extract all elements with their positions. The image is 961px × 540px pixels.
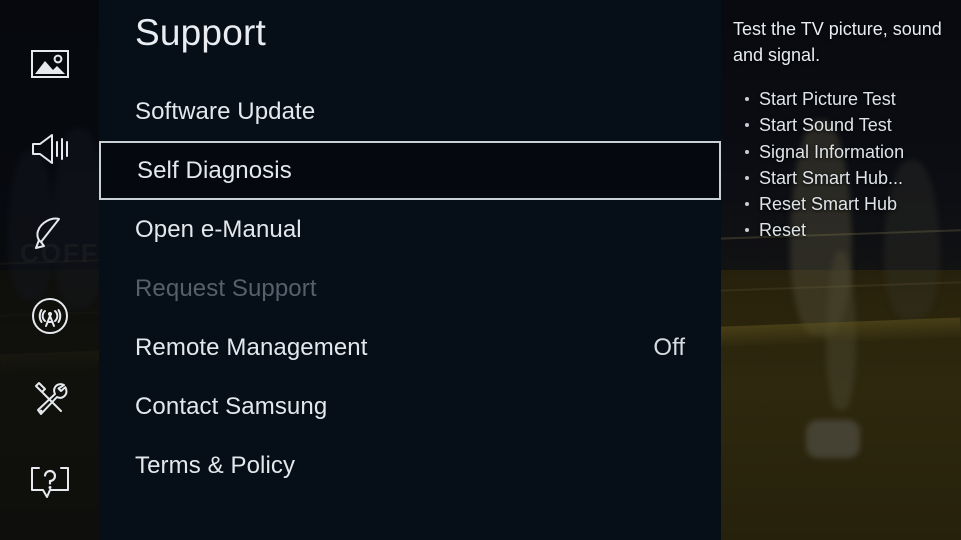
menu-item-label: Open e-Manual — [135, 215, 302, 243]
menu-item-contact-samsung[interactable]: Contact Samsung — [99, 377, 721, 436]
menu-item-terms-policy[interactable]: Terms & Policy — [99, 436, 721, 495]
sidebar — [0, 0, 99, 540]
menu-item-software-update[interactable]: Software Update — [99, 82, 721, 141]
settings-panel: Support Software Update Self Diagnosis O… — [99, 0, 721, 540]
sidebar-item-general[interactable] — [0, 371, 99, 427]
tools-icon — [30, 380, 70, 418]
sidebar-item-sound[interactable] — [0, 121, 99, 177]
help-panel: Test the TV picture, sound and signal. S… — [721, 0, 961, 540]
menu-item-label: Terms & Policy — [135, 451, 296, 479]
menu-item-self-diagnosis[interactable]: Self Diagnosis — [99, 141, 721, 200]
help-options-list: Start Picture Test Start Sound Test Sign… — [741, 86, 961, 244]
menu-item-label: Remote Management — [135, 333, 368, 361]
help-bubble-icon — [29, 465, 71, 501]
menu-item-label: Request Support — [135, 274, 317, 302]
menu-item-label: Software Update — [135, 97, 316, 125]
help-description: Test the TV picture, sound and signal. — [733, 19, 942, 65]
sidebar-item-picture[interactable] — [0, 36, 99, 92]
sidebar-item-network[interactable] — [0, 288, 99, 344]
sidebar-item-broadcast[interactable] — [0, 205, 99, 261]
menu-item-label: Contact Samsung — [135, 392, 328, 420]
picture-icon — [30, 48, 70, 80]
help-list-item: Start Sound Test — [741, 112, 961, 138]
broadcast-tower-icon — [31, 297, 69, 335]
tv-settings-screen: COFFEE — [0, 0, 961, 540]
page-title: Support — [135, 12, 266, 53]
help-list-item: Reset Smart Hub — [741, 191, 961, 217]
help-list-item: Start Picture Test — [741, 86, 961, 112]
help-list-item: Reset — [741, 217, 961, 243]
settings-menu-list: Software Update Self Diagnosis Open e-Ma… — [99, 82, 721, 495]
sidebar-item-support[interactable] — [0, 455, 99, 511]
satellite-dish-icon — [30, 215, 70, 251]
menu-item-remote-management[interactable]: Remote Management Off — [99, 318, 721, 377]
menu-item-open-e-manual[interactable]: Open e-Manual — [99, 200, 721, 259]
menu-item-request-support: Request Support — [99, 259, 721, 318]
help-list-item: Signal Information — [741, 139, 961, 165]
help-list-item: Start Smart Hub... — [741, 165, 961, 191]
menu-item-value: Off — [653, 333, 685, 361]
menu-item-label: Self Diagnosis — [137, 156, 292, 184]
sound-icon — [29, 132, 71, 166]
